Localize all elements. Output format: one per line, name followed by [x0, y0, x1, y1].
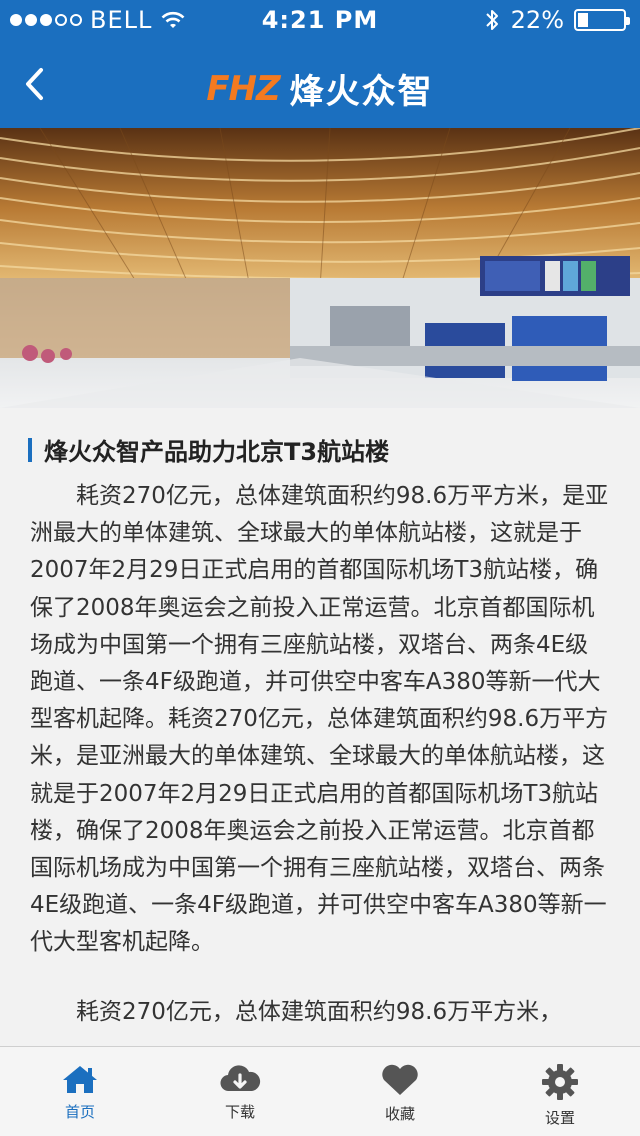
app-logo: FHZ 烽火众智: [0, 64, 640, 113]
nav-bar: FHZ 烽火众智: [0, 40, 640, 128]
title-accent-bar: [28, 437, 32, 462]
article-title: 烽火众智产品助力北京T3航站楼: [44, 438, 390, 466]
logo-name: 烽火众智: [289, 72, 434, 112]
tab-label: 下载: [224, 1103, 255, 1121]
article: 烽火众智产品助力北京T3航站楼 耗资270亿元，总体建筑面积约98.6万平方米，…: [0, 408, 640, 1046]
tab-label: 收藏: [384, 1105, 415, 1123]
article-title-row: 烽火众智产品助力北京T3航站楼: [28, 432, 389, 467]
battery-icon: [574, 9, 630, 31]
tab-home[interactable]: 首页: [0, 1047, 160, 1136]
article-paragraph: 耗资270亿元，总体建筑面积约98.6万平方米，: [76, 998, 563, 1025]
terminal-photo: [0, 128, 640, 408]
status-bar: BELL 4:21 PM 22%: [0, 0, 640, 40]
tab-label: 设置: [544, 1109, 575, 1127]
gear-icon: [542, 1064, 578, 1100]
hero-image: [0, 128, 640, 408]
heart-icon: [382, 1064, 418, 1095]
tab-bar: 首页 下载 收藏 设置: [0, 1046, 640, 1136]
article-paragraph: 耗资270亿元，总体建筑面积约98.6万平方米，是亚洲最大的单体建筑、全球最大的…: [30, 483, 609, 956]
bluetooth-icon: [485, 10, 498, 30]
battery-percent: 22%: [510, 6, 564, 34]
tab-label: 首页: [64, 1103, 95, 1121]
top-header: BELL 4:21 PM 22% FHZ 烽火众智: [0, 0, 640, 128]
battery-level: [578, 13, 588, 27]
tab-download[interactable]: 下载: [160, 1047, 320, 1136]
tab-favorites[interactable]: 收藏: [320, 1047, 480, 1136]
article-body: 耗资270亿元，总体建筑面积约98.6万平方米，是亚洲最大的单体建筑、全球最大的…: [30, 478, 610, 1046]
home-icon: [63, 1066, 97, 1093]
cloud-download-icon: [220, 1065, 261, 1092]
status-right: 22%: [483, 0, 630, 40]
logo-mark: FHZ: [206, 68, 280, 109]
tab-settings[interactable]: 设置: [480, 1047, 640, 1136]
